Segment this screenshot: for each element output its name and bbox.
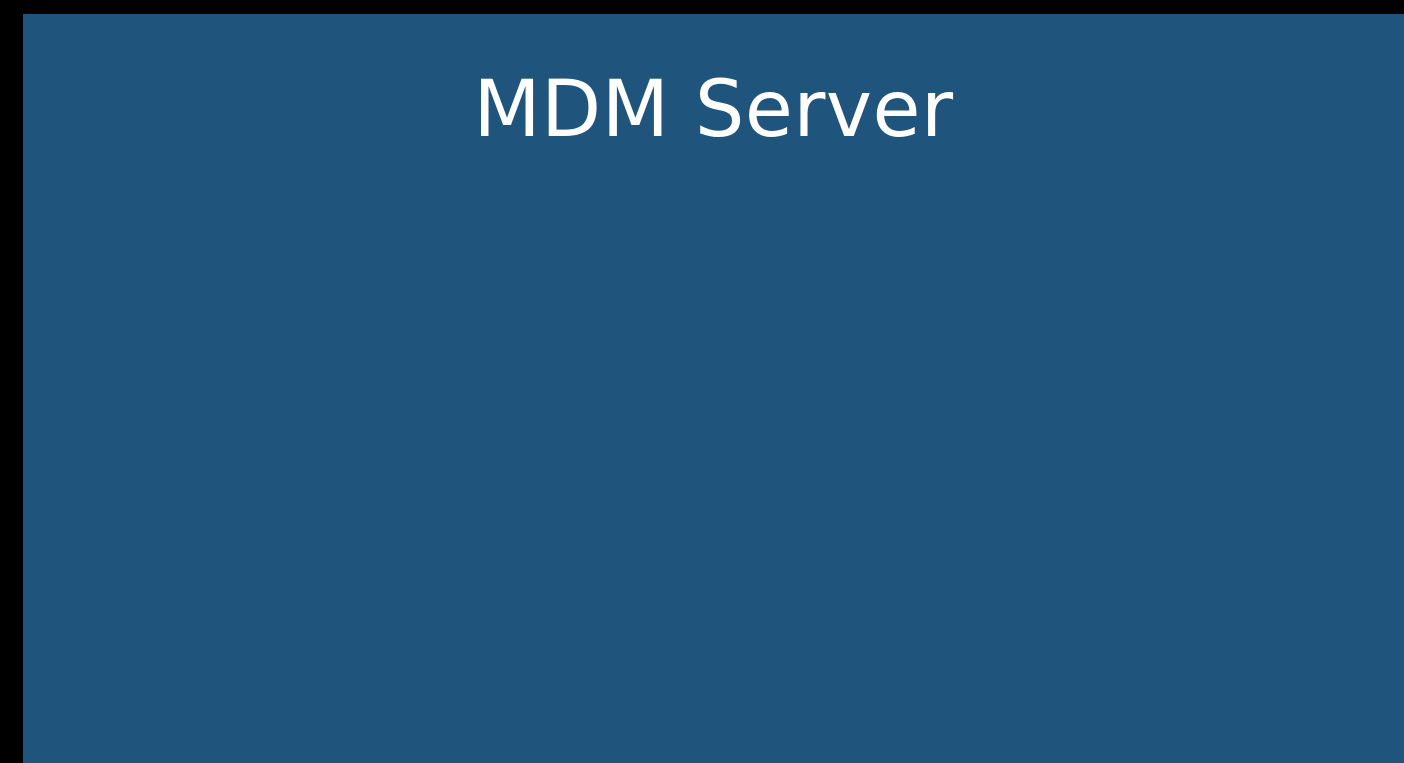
screen: MDM Server [0,0,1404,763]
mdm-server-panel: MDM Server [23,14,1404,763]
panel-title: MDM Server [473,65,954,155]
